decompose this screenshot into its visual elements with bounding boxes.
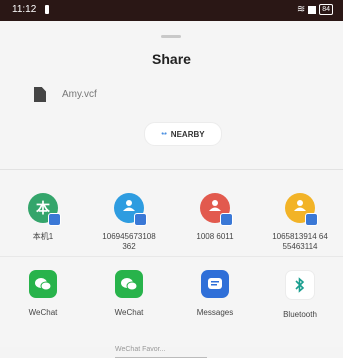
contact-avatar — [114, 193, 147, 226]
person-icon — [209, 200, 221, 211]
shared-file: Amy.vcf — [34, 87, 97, 102]
contact-label: 1008 6011 — [196, 232, 234, 241]
status-time: 11:12 — [12, 4, 37, 15]
drag-handle[interactable] — [161, 35, 181, 38]
app-item-wechat[interactable]: WeChat — [0, 270, 86, 317]
app-label: WeChat — [28, 308, 58, 317]
wechat-icon — [115, 270, 143, 298]
lock-icon — [45, 5, 49, 14]
divider — [0, 256, 343, 257]
share-sheet: Share Amy.vcf •◦• NEARBY 本 本机1 106945673… — [0, 21, 343, 358]
bluetooth-icon — [285, 270, 315, 300]
sheet-title: Share — [152, 51, 191, 67]
nearby-button[interactable]: •◦• NEARBY — [144, 122, 222, 146]
battery-icon: 84 — [319, 4, 333, 15]
nearby-label: NEARBY — [170, 129, 205, 139]
nearby-icon: •◦• — [161, 130, 166, 138]
document-icon — [34, 87, 46, 102]
messages-icon — [201, 270, 229, 298]
messages-badge-icon — [220, 213, 233, 226]
wechat-icon — [29, 270, 57, 298]
messages-badge-icon — [48, 213, 61, 226]
messages-badge-icon — [305, 213, 318, 226]
signal-icon — [308, 5, 317, 14]
contact-item[interactable]: 1065813914 64 55463114 — [257, 193, 343, 252]
wifi-icon: ≋ — [296, 4, 306, 15]
contact-item[interactable]: 1008 6011 — [172, 193, 258, 242]
app-item-wechat-favorites[interactable]: WeChat — [86, 270, 172, 317]
person-icon — [123, 200, 135, 211]
contact-avatar — [200, 193, 233, 226]
contact-item[interactable]: 本 本机1 — [0, 193, 86, 242]
app-item-messages[interactable]: Messages — [172, 270, 258, 317]
app-sublabel: WeChat Favor... — [115, 346, 166, 353]
contact-item[interactable]: 106945673108 362 — [86, 193, 172, 252]
contact-label: 本机1 — [32, 232, 54, 241]
messages-badge-icon — [134, 213, 147, 226]
app-item-bluetooth[interactable]: Bluetooth — [257, 270, 343, 319]
contact-label: 106945673108 362 — [102, 232, 156, 251]
status-icons: ≋ 84 — [297, 4, 333, 15]
file-name: Amy.vcf — [62, 89, 97, 100]
contact-avatar — [285, 193, 318, 226]
contact-label: 1065813914 64 55463114 — [272, 232, 328, 251]
app-label: Messages — [196, 308, 234, 317]
person-icon — [294, 200, 306, 211]
status-bar: 11:12 ≋ 84 — [0, 0, 343, 21]
contact-avatar: 本 — [28, 193, 61, 226]
divider — [0, 169, 343, 170]
app-label: WeChat — [114, 308, 144, 317]
app-label: Bluetooth — [283, 310, 317, 319]
